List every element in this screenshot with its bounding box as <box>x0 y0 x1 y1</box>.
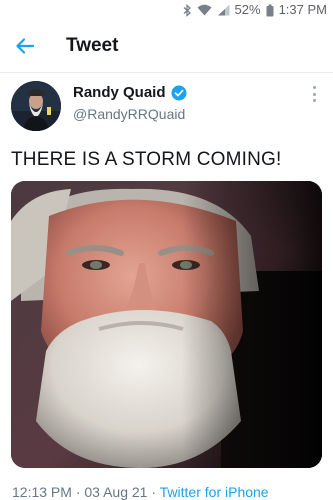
tweet-meta: 12:13 PM · 03 Aug 21 · Twitter for iPhon… <box>12 484 269 500</box>
wifi-icon <box>197 4 212 16</box>
more-options-button[interactable] <box>309 83 319 105</box>
photo-image <box>11 181 322 468</box>
app-bar: Tweet <box>0 20 333 73</box>
tweet-detail: Randy Quaid @RandyRRQuaid THERE IS A STO… <box>0 73 333 500</box>
author-name-row: Randy Quaid <box>73 84 187 101</box>
author-handle[interactable]: @RandyRRQuaid <box>73 106 185 122</box>
status-time: 1:37 PM <box>278 2 327 17</box>
bluetooth-icon <box>183 3 191 17</box>
back-arrow-icon <box>16 38 34 54</box>
back-button[interactable] <box>13 34 37 58</box>
meta-separator-2: · <box>151 484 157 500</box>
avatar-image <box>11 81 61 131</box>
tweet-date: 03 Aug 21 <box>84 484 148 500</box>
battery-percent: 52% <box>234 2 261 17</box>
more-options-icon <box>312 86 316 89</box>
tweet-header: Randy Quaid @RandyRRQuaid <box>0 73 333 135</box>
verified-badge-icon <box>171 85 187 100</box>
battery-icon <box>266 4 274 16</box>
meta-separator: · <box>75 484 81 500</box>
tweet-text: THERE IS A STORM COMING! <box>11 149 282 170</box>
avatar[interactable] <box>11 81 61 131</box>
tweet-time: 12:13 PM <box>12 484 72 500</box>
tweet-source-link[interactable]: Twitter for iPhone <box>160 484 269 500</box>
tweet-photo[interactable] <box>11 181 322 468</box>
author-display-name[interactable]: Randy Quaid <box>73 84 166 101</box>
page-title: Tweet <box>66 35 119 56</box>
signal-icon <box>217 4 230 16</box>
status-bar: 52% 1:37 PM <box>0 0 333 20</box>
